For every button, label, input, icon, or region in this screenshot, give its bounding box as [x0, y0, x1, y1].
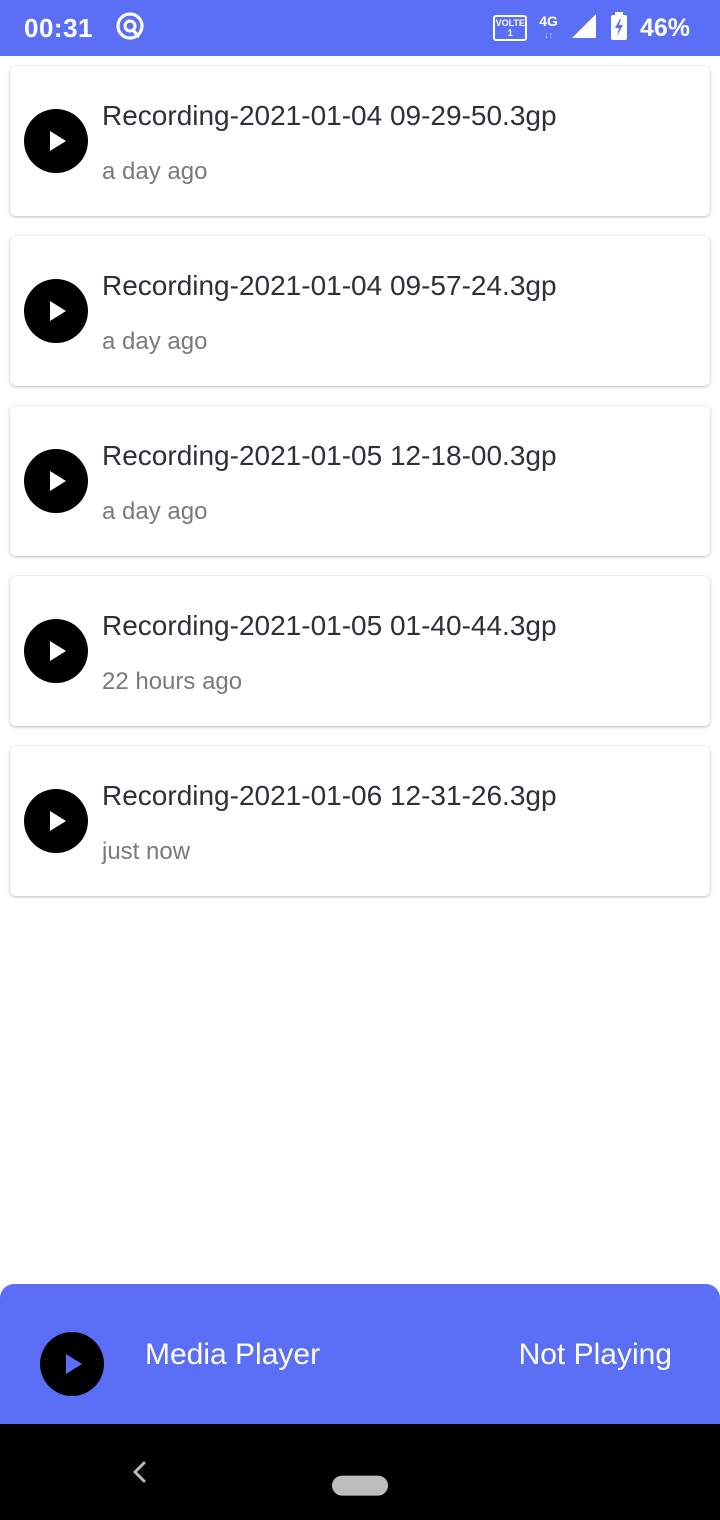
recording-item[interactable]: Recording-2021-01-04 09-57-24.3gp a day … — [10, 236, 710, 386]
recording-list: Recording-2021-01-04 09-29-50.3gp a day … — [10, 66, 710, 916]
media-player-bar: Media Player Not Playing — [0, 1284, 720, 1424]
screen: 00:31 VOLTE 1 4G ↓↑ 46% Recording-2021-0… — [0, 0, 720, 1520]
recording-item[interactable]: Recording-2021-01-05 12-18-00.3gp a day … — [10, 406, 710, 556]
recording-name: Recording-2021-01-05 01-40-44.3gp — [102, 610, 557, 641]
recording-time: a day ago — [102, 158, 208, 185]
network-arrows: ↓↑ — [544, 30, 554, 40]
network-type-label: 4G — [539, 13, 558, 29]
play-icon — [50, 131, 66, 151]
recording-time: just now — [102, 838, 191, 865]
recording-time: 22 hours ago — [102, 668, 243, 695]
play-button[interactable] — [24, 619, 88, 683]
play-button[interactable] — [24, 789, 88, 853]
play-icon — [50, 471, 66, 491]
play-icon — [50, 301, 66, 321]
status-right: VOLTE 1 4G ↓↑ 46% — [493, 11, 690, 46]
media-player-title: Media Player — [145, 1338, 321, 1371]
play-button[interactable] — [24, 449, 88, 513]
status-bar: 00:31 VOLTE 1 4G ↓↑ 46% — [0, 0, 720, 56]
media-player-play-button[interactable] — [40, 1332, 104, 1396]
play-icon — [66, 1354, 82, 1374]
recording-name: Recording-2021-01-06 12-31-26.3gp — [102, 780, 557, 811]
volte-label: VOLTE — [495, 18, 525, 28]
play-button[interactable] — [24, 279, 88, 343]
navigation-bar — [0, 1424, 720, 1520]
home-pill-icon[interactable] — [332, 1475, 388, 1496]
status-time: 00:31 — [24, 12, 93, 43]
recording-name: Recording-2021-01-05 12-18-00.3gp — [102, 440, 557, 471]
battery-charging-icon — [610, 11, 628, 46]
at-sign-icon — [115, 11, 145, 46]
recording-item[interactable]: Recording-2021-01-06 12-31-26.3gp just n… — [10, 746, 710, 896]
play-icon — [50, 811, 66, 831]
signal-icon — [570, 12, 598, 45]
network-type: 4G ↓↑ — [539, 14, 558, 42]
play-button[interactable] — [24, 109, 88, 173]
play-icon — [50, 641, 66, 661]
volte-sim: 1 — [507, 28, 513, 38]
recording-item[interactable]: Recording-2021-01-04 09-29-50.3gp a day … — [10, 66, 710, 216]
recording-name: Recording-2021-01-04 09-29-50.3gp — [102, 100, 557, 131]
recording-name: Recording-2021-01-04 09-57-24.3gp — [102, 270, 557, 301]
recording-time: a day ago — [102, 498, 208, 525]
recording-time: a day ago — [102, 328, 208, 355]
recording-item[interactable]: Recording-2021-01-05 01-40-44.3gp 22 hou… — [10, 576, 710, 726]
status-left: 00:31 — [24, 11, 145, 46]
back-icon[interactable] — [126, 1454, 152, 1490]
battery-percent: 46% — [639, 13, 690, 42]
volte-icon: VOLTE 1 — [493, 15, 528, 41]
media-player-status: Not Playing — [518, 1338, 672, 1371]
